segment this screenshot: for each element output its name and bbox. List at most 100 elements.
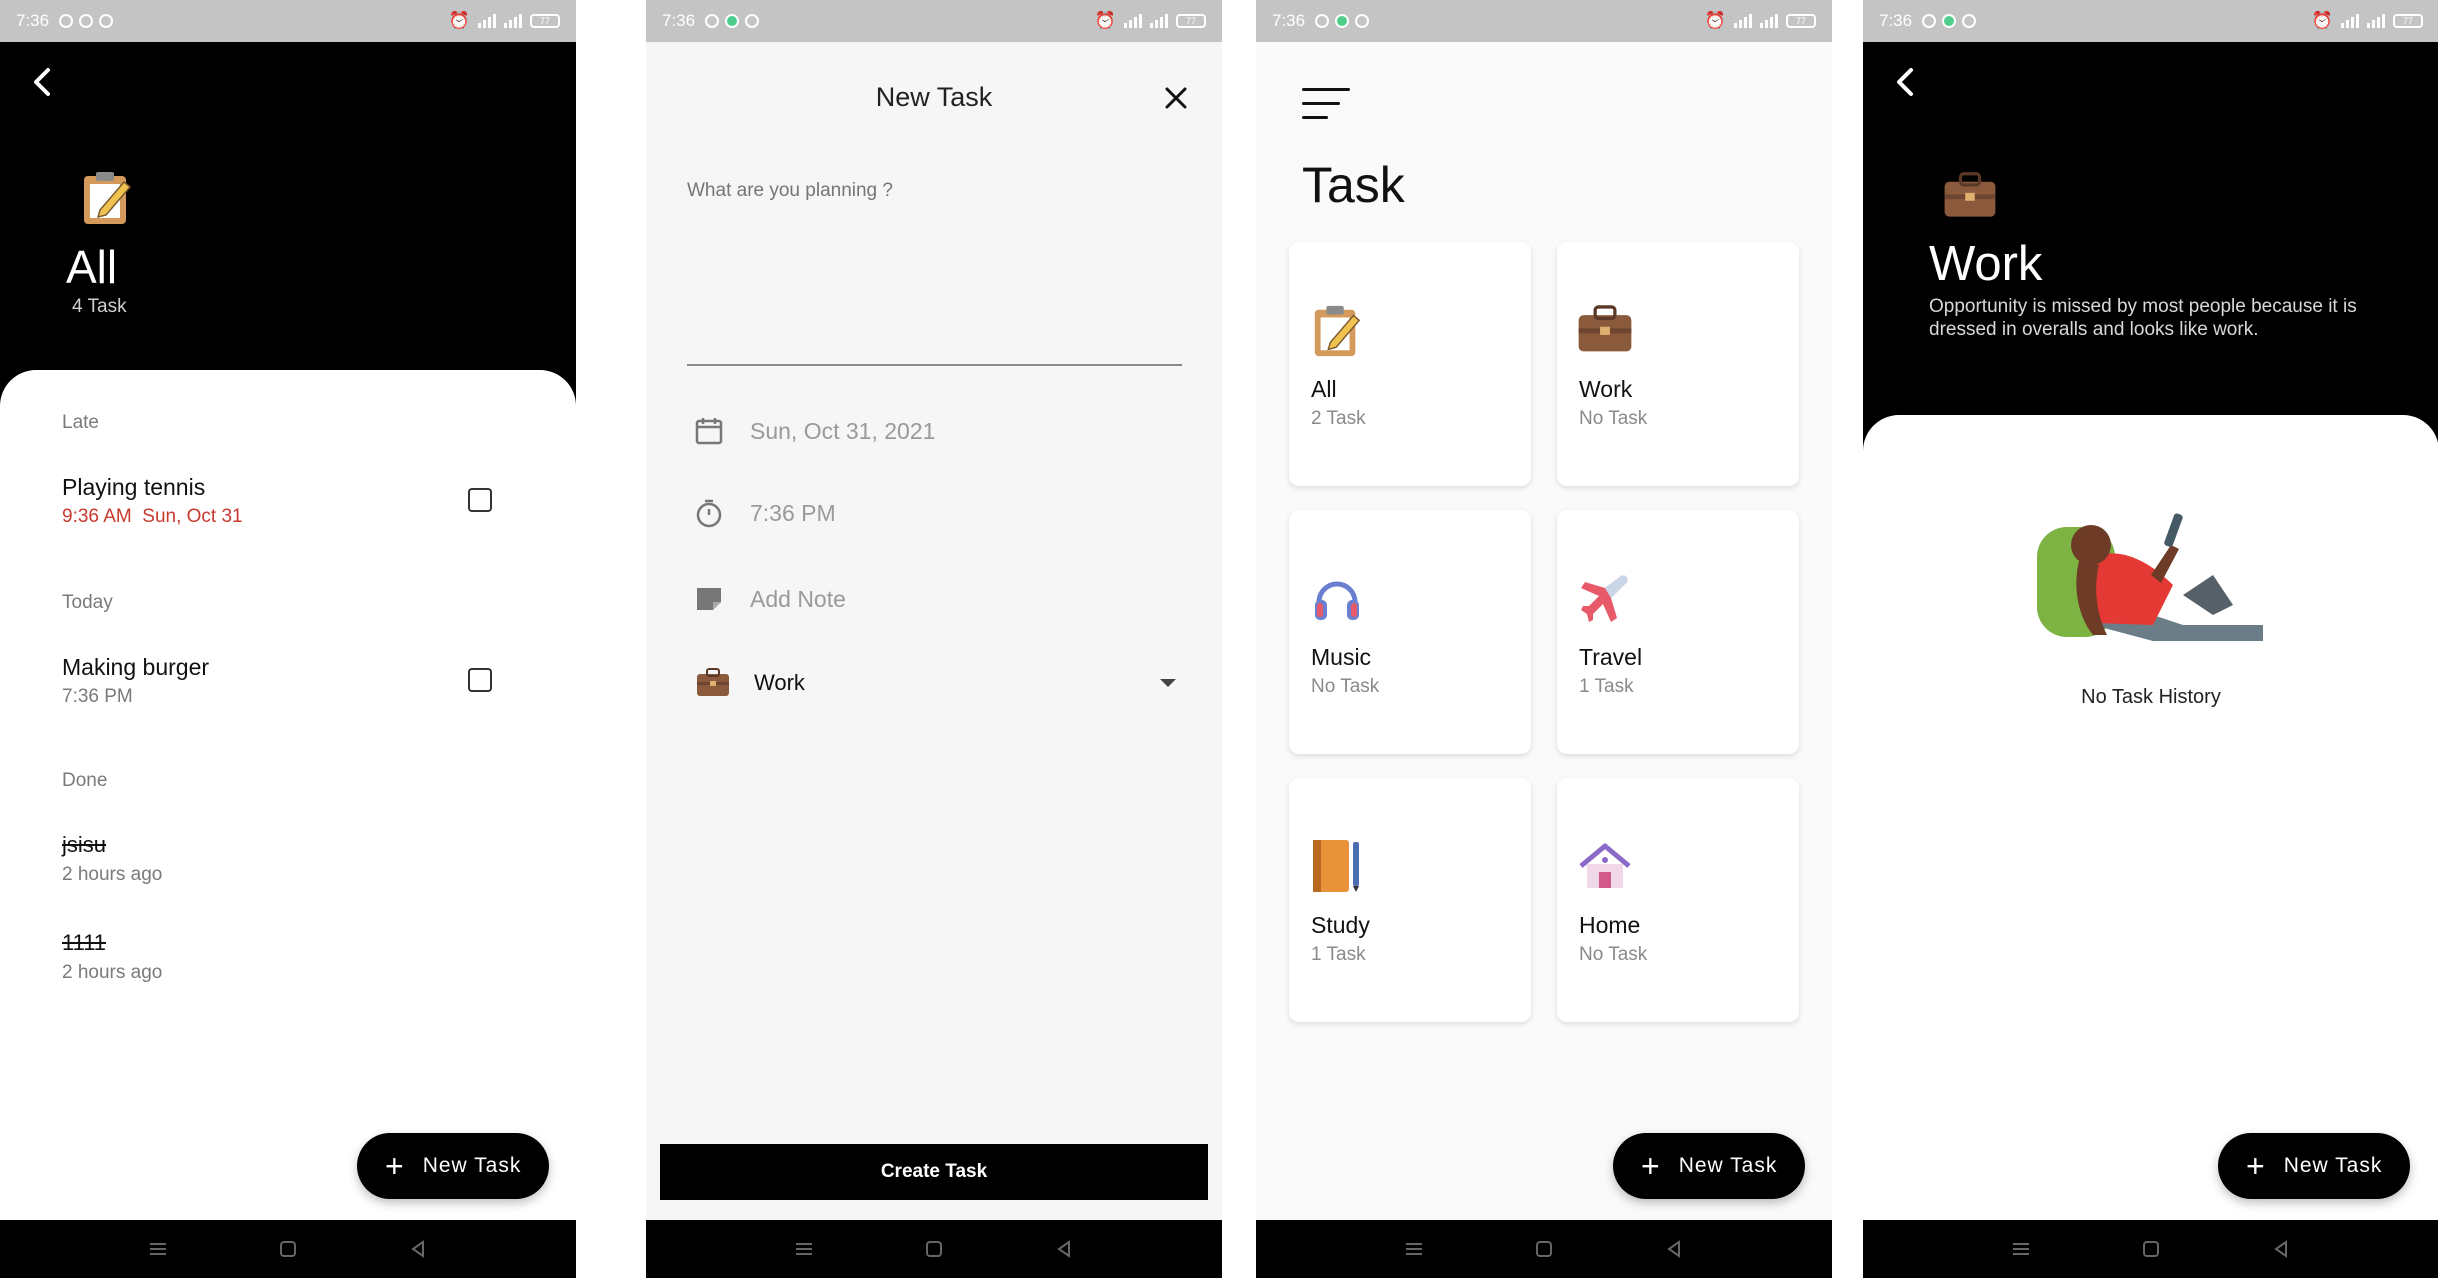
task-time: 2 hours ago (62, 962, 163, 983)
plus-icon: + (1641, 1148, 1661, 1184)
category-card-study[interactable]: Study 1 Task (1289, 778, 1531, 1022)
notification-icon (1335, 14, 1350, 28)
briefcase-icon (697, 668, 729, 696)
home-nav-icon[interactable] (278, 1239, 298, 1259)
task-title[interactable]: Making burger (62, 654, 209, 681)
back-nav-icon[interactable] (1054, 1239, 1074, 1259)
signal-icon (478, 14, 496, 28)
signal-icon (1734, 14, 1752, 28)
new-task-label: New Task (422, 1154, 522, 1177)
menu-nav-icon[interactable] (2011, 1239, 2031, 1259)
screen-work: 7:36 ⏰ 77 Work Opportunity is missed by … (1863, 0, 2438, 1278)
add-note-row[interactable]: Add Note (694, 584, 846, 614)
system-nav-bar (1863, 1220, 2438, 1278)
battery-icon: 77 (530, 14, 560, 28)
category-card-home[interactable]: Home No Task (1557, 778, 1799, 1022)
new-task-button[interactable]: + New Task (1613, 1133, 1806, 1199)
page-title: All (66, 241, 118, 293)
section-label-late: Late (62, 412, 99, 433)
system-nav-bar (0, 1220, 576, 1278)
task-title[interactable]: Playing tennis (62, 474, 205, 501)
page-title: Task (1302, 157, 1405, 213)
task-checkbox[interactable] (468, 668, 492, 692)
task-time: 2 hours ago (62, 864, 163, 885)
notification-icon (79, 14, 94, 28)
date-picker-row[interactable]: Sun, Oct 31, 2021 (694, 416, 935, 446)
category-name: Home (1579, 912, 1641, 938)
task-time: 7:36 PM (62, 686, 133, 707)
back-arrow-icon[interactable] (28, 62, 58, 102)
notification-icon (1922, 14, 1937, 28)
category-card-all[interactable]: All 2 Task (1289, 242, 1531, 486)
create-task-button[interactable]: Create Task (660, 1144, 1208, 1200)
category-value: Work (754, 670, 805, 695)
add-note-label: Add Note (750, 585, 846, 612)
category-name: Music (1311, 644, 1372, 670)
battery-icon: 77 (2393, 14, 2423, 28)
timer-icon (696, 499, 722, 528)
screen-new-task: 7:36 ⏰ 77 New Task Sun, Oct 31, 2021 7:3… (646, 0, 1222, 1278)
battery-icon: 77 (1786, 14, 1816, 28)
note-icon (697, 588, 721, 610)
new-task-button[interactable]: + New Task (2218, 1133, 2411, 1199)
category-count: 2 Task (1311, 408, 1366, 429)
briefcase-icon (1944, 172, 1996, 217)
notification-icon (725, 14, 740, 28)
category-count: No Task (1311, 676, 1380, 697)
alarm-icon: ⏰ (448, 11, 470, 30)
notification-icon (1315, 14, 1330, 28)
menu-nav-icon[interactable] (794, 1239, 814, 1259)
briefcase-icon (1578, 305, 1632, 352)
notification-icon (705, 14, 720, 28)
task-title[interactable]: 1111 (62, 930, 106, 956)
new-task-label: New Task (1678, 1154, 1778, 1177)
new-task-button[interactable]: + New Task (357, 1133, 550, 1199)
date-value: Sun, Oct 31, 2021 (750, 417, 936, 444)
category-dropdown[interactable]: Work (696, 668, 1176, 698)
signal-icon (1760, 14, 1778, 28)
status-bar: 7:36 ⏰ 77 (0, 0, 576, 42)
close-icon[interactable] (1162, 84, 1190, 112)
instagram-icon (1962, 14, 1977, 28)
task-count: 4 Task (72, 296, 127, 317)
task-time: 9:36 AM Sun, Oct 31 (62, 506, 243, 527)
task-description-input[interactable] (687, 180, 1182, 366)
category-card-travel[interactable]: Travel 1 Task (1557, 510, 1799, 754)
home-nav-icon[interactable] (1534, 1239, 1554, 1259)
back-arrow-icon[interactable] (1891, 62, 1921, 102)
calendar-icon (695, 418, 723, 445)
menu-nav-icon[interactable] (1404, 1239, 1424, 1259)
home-nav-icon[interactable] (924, 1239, 944, 1259)
back-nav-icon[interactable] (408, 1239, 428, 1259)
airplane-icon (1581, 575, 1628, 622)
status-time: 7:36 (662, 11, 696, 30)
plus-icon: + (2246, 1148, 2266, 1184)
task-checkbox[interactable] (468, 488, 492, 512)
signal-icon (504, 14, 522, 28)
back-nav-icon[interactable] (2271, 1239, 2291, 1259)
time-picker-row[interactable]: 7:36 PM (694, 498, 836, 528)
plus-icon: + (385, 1148, 405, 1184)
instagram-icon (1355, 14, 1370, 28)
status-bar: 7:36 ⏰ 77 (646, 0, 1222, 42)
status-bar: 7:36 ⏰ 77 (1256, 0, 1832, 42)
system-nav-bar (1256, 1220, 1832, 1278)
task-title[interactable]: jsisu (62, 832, 106, 858)
house-icon (1579, 843, 1631, 888)
category-name: All (1311, 376, 1337, 402)
signal-icon (1150, 14, 1168, 28)
category-count: No Task (1579, 408, 1648, 429)
menu-icon[interactable] (1302, 86, 1350, 122)
menu-nav-icon[interactable] (148, 1239, 168, 1259)
category-card-music[interactable]: Music No Task (1289, 510, 1531, 754)
clipboard-icon (1314, 305, 1361, 357)
new-task-label: New Task (2283, 1154, 2383, 1177)
category-count: 1 Task (1579, 676, 1634, 697)
alarm-icon: ⏰ (2311, 11, 2333, 30)
chevron-down-icon (1160, 679, 1176, 687)
home-nav-icon[interactable] (2141, 1239, 2161, 1259)
back-nav-icon[interactable] (1664, 1239, 1684, 1259)
section-label-done: Done (62, 770, 108, 791)
section-label-today: Today (62, 592, 113, 613)
category-card-work[interactable]: Work No Task (1557, 242, 1799, 486)
